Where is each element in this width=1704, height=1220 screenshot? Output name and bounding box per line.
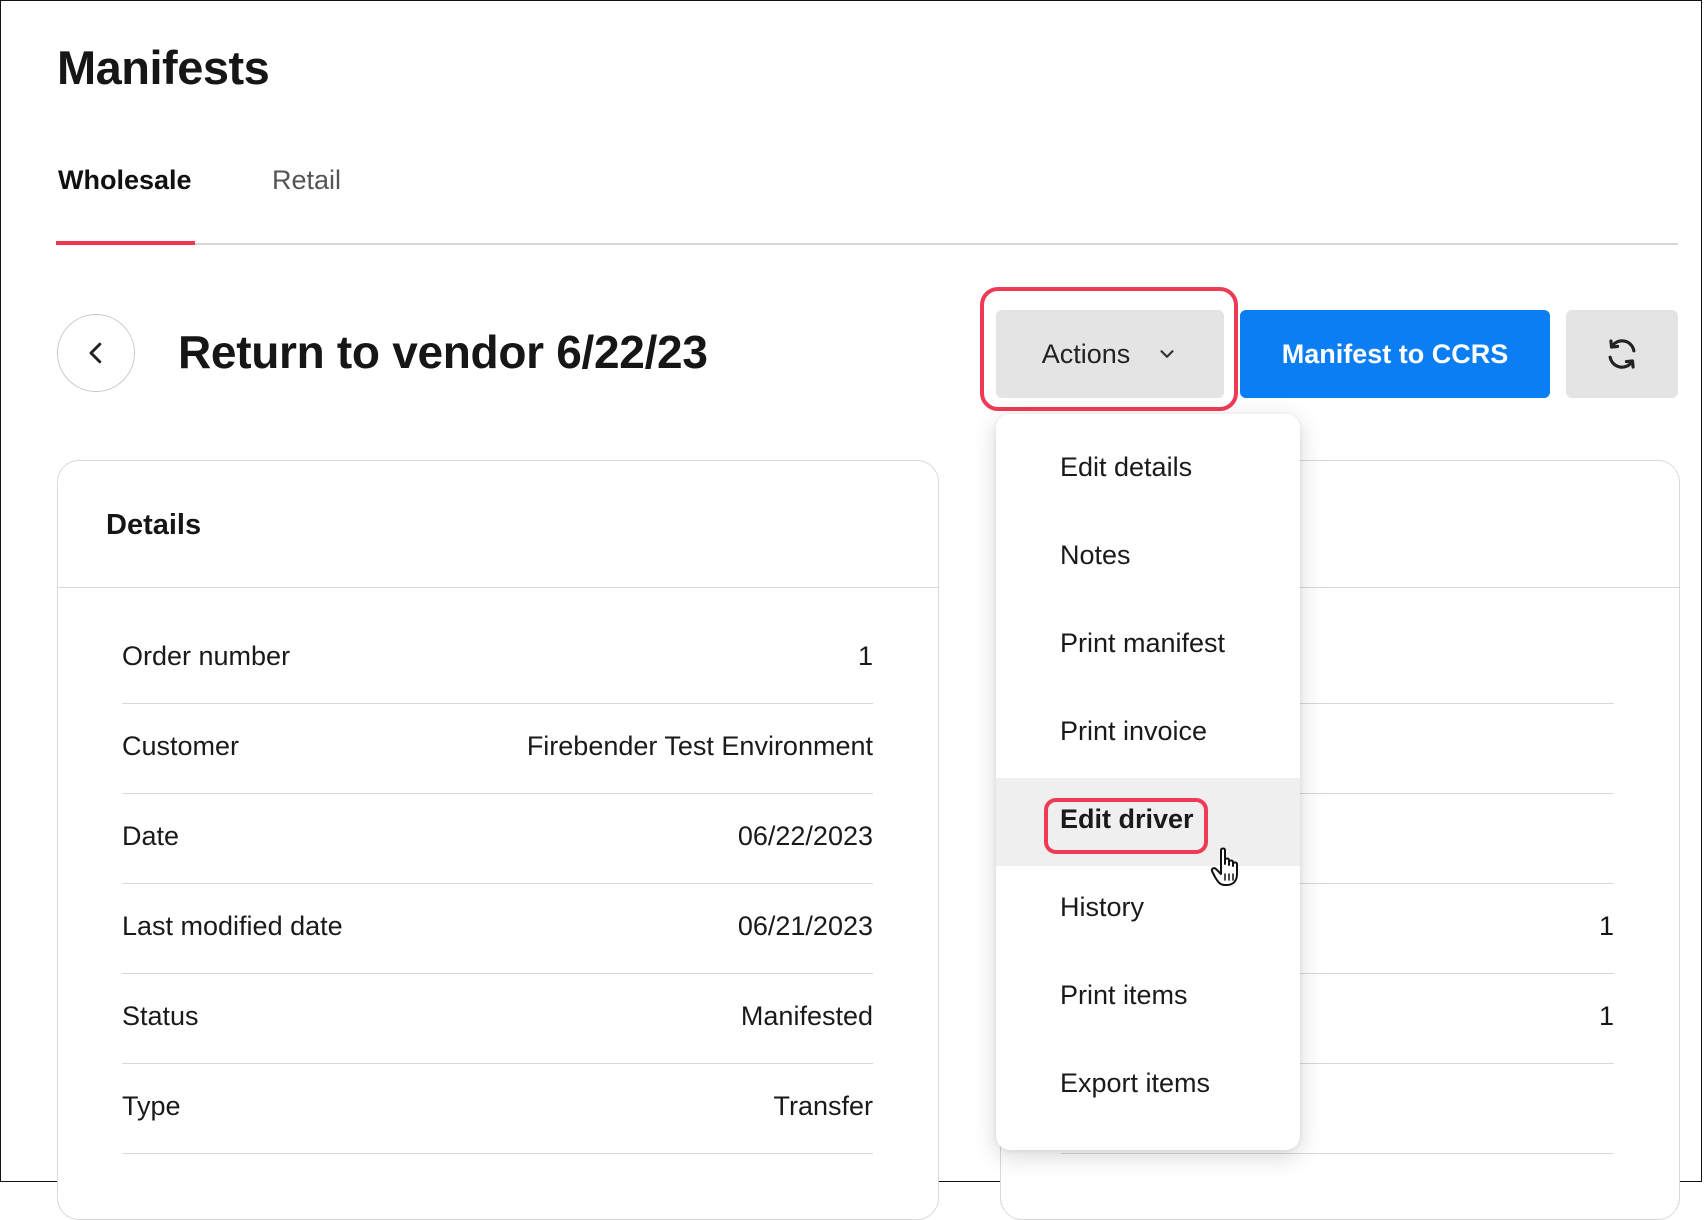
back-button[interactable] <box>57 314 135 392</box>
chevron-left-icon <box>89 342 102 364</box>
detail-value: Transfer <box>773 1091 873 1121</box>
menu-item-print-items[interactable]: Print items <box>996 954 1300 1042</box>
tab-bar: Wholesale Retail <box>56 140 1678 245</box>
detail-value: Manifested <box>740 1001 873 1031</box>
refresh-button[interactable] <box>1566 310 1678 398</box>
menu-item-label: Print manifest <box>1060 628 1226 658</box>
manifest-to-ccrs-button[interactable]: Manifest to CCRS <box>1240 310 1550 398</box>
detail-key: Type <box>122 1091 181 1121</box>
detail-row-order-number: Order number 1 <box>122 614 873 704</box>
detail-row-type: Type Transfer <box>122 1064 873 1154</box>
refresh-icon <box>1608 339 1636 369</box>
detail-row-customer: Customer Firebender Test Environment <box>122 704 873 794</box>
menu-item-label: History <box>1060 892 1145 922</box>
hand-pointer-icon <box>1210 847 1238 886</box>
menu-item-label: Print invoice <box>1060 716 1208 746</box>
route-value: 1 <box>1598 1001 1614 1031</box>
menu-item-edit-details[interactable]: Edit details <box>996 426 1300 514</box>
detail-key: Last modified date <box>122 911 343 941</box>
detail-value: Firebender Test Environment <box>526 731 873 761</box>
actions-highlight-annotation <box>980 287 1238 411</box>
detail-key: Customer <box>122 731 240 761</box>
tab-wholesale[interactable]: Wholesale <box>58 165 192 196</box>
detail-value: 1 <box>857 641 873 671</box>
detail-key: Order number <box>122 641 291 671</box>
detail-value: 06/21/2023 <box>737 911 873 941</box>
menu-item-history[interactable]: History <box>996 866 1300 954</box>
detail-key: Date <box>122 821 180 851</box>
page-title: Manifests <box>57 41 270 94</box>
detail-row-last-modified: Last modified date 06/21/2023 <box>122 884 873 974</box>
menu-item-notes[interactable]: Notes <box>996 514 1300 602</box>
active-tab-indicator <box>56 241 195 245</box>
detail-key: Status <box>122 1001 199 1031</box>
route-value: 1 <box>1598 911 1614 941</box>
details-card-header: Details <box>58 461 938 588</box>
menu-item-print-invoice[interactable]: Print invoice <box>996 690 1300 778</box>
menu-item-label: Export items <box>1060 1068 1211 1098</box>
menu-item-label: Print items <box>1060 980 1188 1010</box>
detail-row-status: Status Manifested <box>122 974 873 1064</box>
menu-item-label: Notes <box>1060 540 1131 570</box>
menu-item-print-manifest[interactable]: Print manifest <box>996 602 1300 690</box>
edit-driver-highlight-annotation <box>1044 798 1208 854</box>
detail-row-date: Date 06/22/2023 <box>122 794 873 884</box>
actions-dropdown-menu: Edit details Notes Print manifest Print … <box>996 414 1300 1150</box>
details-title: Details <box>106 509 202 541</box>
menu-item-label: Edit details <box>1060 452 1193 482</box>
menu-item-export-items[interactable]: Export items <box>996 1042 1300 1130</box>
detail-value: 06/22/2023 <box>737 821 873 851</box>
manifest-title: Return to vendor 6/22/23 <box>178 326 708 378</box>
details-card: Details Order number 1 Customer Firebend… <box>57 460 939 1220</box>
tab-retail[interactable]: Retail <box>272 165 341 196</box>
